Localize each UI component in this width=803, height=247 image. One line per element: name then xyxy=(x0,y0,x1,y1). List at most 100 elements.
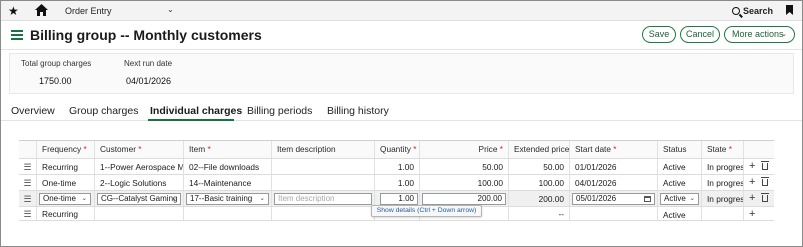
cell-start-date[interactable] xyxy=(570,207,658,220)
show-details-tooltip[interactable]: Show details (Ctrl + Down arrow) xyxy=(371,205,482,217)
search-button[interactable]: Search xyxy=(732,6,773,16)
delete-icon[interactable] xyxy=(761,193,769,202)
cell-frequency[interactable]: One-time xyxy=(37,175,95,190)
column-header-quantity[interactable]: Quantity * xyxy=(375,141,420,158)
status-select[interactable]: Active ⌄ xyxy=(660,193,699,205)
cell-item[interactable] xyxy=(184,207,272,220)
header-label: Extended price xyxy=(514,144,570,154)
quantity-input[interactable]: 1.00 xyxy=(380,193,418,205)
cell-item-description[interactable] xyxy=(272,159,375,174)
start-date-input[interactable]: 05/01/2026 xyxy=(572,193,655,205)
price-input[interactable]: 200.00 xyxy=(422,193,506,205)
cell-status[interactable]: Active xyxy=(658,207,702,220)
chevron-down-icon: ⌄ xyxy=(171,195,177,202)
save-button[interactable]: Save xyxy=(642,26,676,43)
drag-handle-icon[interactable]: ☰ xyxy=(19,159,37,174)
cancel-button[interactable]: Cancel xyxy=(680,26,720,43)
drag-handle-icon[interactable]: ☰ xyxy=(19,175,37,190)
chevron-down-icon: ⌄ xyxy=(689,195,695,202)
add-row-icon[interactable]: + xyxy=(749,175,755,190)
column-header-start-date[interactable]: Start date * xyxy=(570,141,658,158)
cell-item[interactable]: 14--Maintenance xyxy=(184,175,272,190)
cell-price[interactable]: 100.00 xyxy=(420,175,509,190)
chevron-down-icon[interactable]: ⌄ xyxy=(167,5,174,14)
next-run-value: 04/01/2026 xyxy=(126,76,172,86)
required-marker: * xyxy=(613,144,617,154)
cell-item-description[interactable] xyxy=(272,175,375,190)
cell-start-date[interactable]: 04/01/2026 xyxy=(570,175,658,190)
tab-billing-history[interactable]: Billing history xyxy=(327,105,389,117)
cell-quantity[interactable]: 1.00 xyxy=(375,159,420,174)
tab-bar: Overview Group charges Individual charge… xyxy=(1,101,802,121)
cell-state xyxy=(702,207,744,220)
item-description-input[interactable]: Item description xyxy=(274,193,372,205)
chevron-down-icon: ⌄ xyxy=(259,195,265,202)
cell-start-date[interactable]: 01/01/2026 xyxy=(570,159,658,174)
frequency-select[interactable]: One-time ⌄ xyxy=(39,193,91,205)
required-marker: * xyxy=(499,144,503,154)
cell-quantity[interactable]: 1.00 xyxy=(375,175,420,190)
cell-status[interactable]: Active xyxy=(658,175,702,190)
item-select[interactable]: 17--Basic training ⌄ xyxy=(186,193,269,205)
column-header-frequency[interactable]: Frequency * xyxy=(37,141,95,158)
list-icon[interactable] xyxy=(11,30,23,40)
header-actions-cell xyxy=(744,141,774,158)
column-header-item[interactable]: Item * xyxy=(184,141,272,158)
page-title: Billing group -- Monthly customers xyxy=(30,27,262,43)
cell-extended-price: -- xyxy=(509,207,570,220)
header-label: Status xyxy=(663,144,687,154)
cell-state: In progress xyxy=(702,159,744,174)
cell-price: 200.00 xyxy=(420,191,509,206)
cell-frequency[interactable]: Recurring xyxy=(37,207,95,220)
delete-icon[interactable] xyxy=(761,161,769,170)
row-actions-cell: + xyxy=(744,175,774,190)
tab-group-charges[interactable]: Group charges xyxy=(69,105,138,117)
column-header-customer[interactable]: Customer * xyxy=(95,141,184,158)
status-value: Active xyxy=(664,194,686,203)
add-row-icon[interactable]: + xyxy=(749,159,755,174)
individual-charges-grid: Frequency * Customer * Item * Item descr… xyxy=(19,140,774,221)
tab-individual-charges[interactable]: Individual charges xyxy=(150,105,242,117)
star-icon[interactable]: ★ xyxy=(8,4,19,18)
column-header-state[interactable]: State * xyxy=(702,141,744,158)
column-header-status[interactable]: Status xyxy=(658,141,702,158)
bookmark-icon[interactable] xyxy=(786,5,793,15)
header-label: Frequency xyxy=(42,144,82,154)
cell-frequency[interactable]: Recurring xyxy=(37,159,95,174)
cell-item[interactable]: 02--File downloads xyxy=(184,159,272,174)
chevron-down-icon: ⌄ xyxy=(781,31,787,38)
tab-billing-periods[interactable]: Billing periods xyxy=(247,105,312,117)
customer-select[interactable]: CG--Catalyst Gaming ⌄ xyxy=(97,193,181,205)
search-label: Search xyxy=(743,6,774,16)
row-actions-cell: + xyxy=(744,159,774,174)
column-header-price[interactable]: Price * xyxy=(420,141,509,158)
top-navigation-bar: ★ Order Entry ⌄ Search xyxy=(1,1,802,21)
cell-status[interactable]: Active xyxy=(658,159,702,174)
start-date-value: 05/01/2026 xyxy=(576,194,617,203)
add-row-icon[interactable]: + xyxy=(749,191,755,206)
cell-customer[interactable]: 1--Power Aerospace M xyxy=(95,159,184,174)
module-selector[interactable]: Order Entry xyxy=(65,6,112,16)
column-header-extended-price[interactable]: Extended price * xyxy=(509,141,570,158)
header-handle-cell xyxy=(19,141,37,158)
header-label: Item description xyxy=(277,144,336,154)
cell-extended-price: 200.00 xyxy=(509,191,570,206)
cell-price[interactable]: 50.00 xyxy=(420,159,509,174)
cell-customer[interactable]: 2--Logic Solutions xyxy=(95,175,184,190)
item-value: 17--Basic training xyxy=(190,194,253,203)
calendar-icon[interactable] xyxy=(644,196,651,202)
more-actions-button[interactable]: More actions ⌄ xyxy=(724,26,795,43)
cell-extended-price: 100.00 xyxy=(509,175,570,190)
delete-icon[interactable] xyxy=(761,177,769,186)
drag-handle-icon[interactable]: ☰ xyxy=(19,191,37,206)
active-tab-indicator xyxy=(148,119,234,121)
cell-customer[interactable] xyxy=(95,207,184,220)
home-icon[interactable] xyxy=(35,4,48,16)
cell-item-description[interactable] xyxy=(272,207,375,220)
column-header-item-description[interactable]: Item description xyxy=(272,141,375,158)
header-label: State xyxy=(707,144,727,154)
cell-start-date: 05/01/2026 xyxy=(570,191,658,206)
drag-handle-icon[interactable]: ☰ xyxy=(19,207,37,220)
tab-overview[interactable]: Overview xyxy=(11,105,55,117)
add-row-icon[interactable]: + xyxy=(749,207,755,220)
